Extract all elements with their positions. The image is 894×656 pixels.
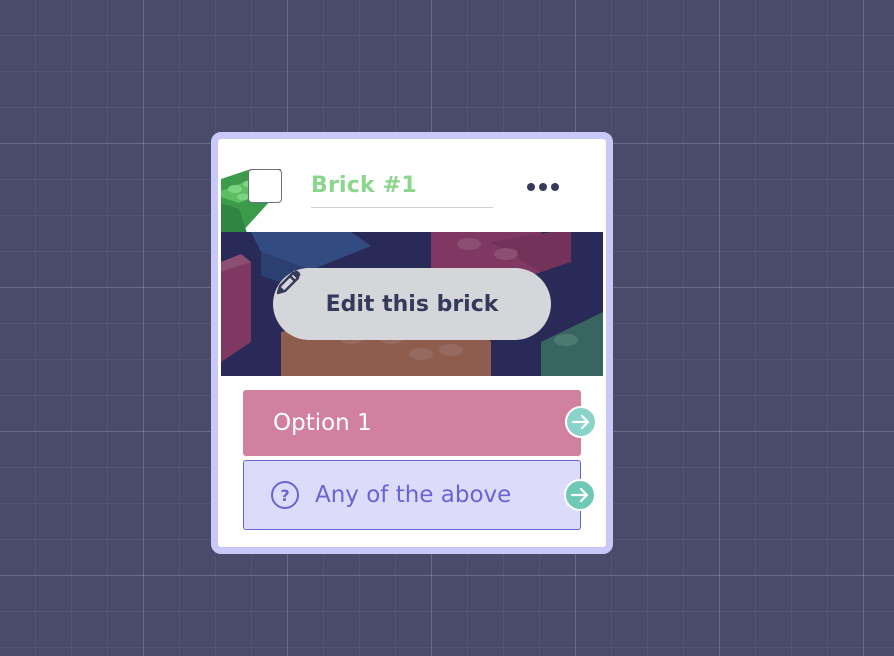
pencil-icon [276, 270, 301, 295]
option-label: Option 1 [273, 410, 372, 436]
option-label: Any of the above [315, 482, 512, 508]
option-any-of-the-above[interactable]: ? Any of the above [243, 460, 596, 530]
more-menu-button[interactable] [524, 177, 562, 197]
more-horizontal-icon [527, 183, 535, 191]
arrow-right-icon [571, 488, 589, 502]
brick-card[interactable]: Brick #1 Edit this brick Option 1 ? Any … [211, 132, 613, 554]
select-checkbox[interactable] [248, 169, 282, 203]
edit-brick-label: Edit this brick [325, 291, 499, 317]
option-1[interactable]: Option 1 [243, 390, 597, 456]
question-circle-icon: ? [271, 481, 299, 509]
arrow-right-icon [572, 415, 590, 429]
brick-title-input[interactable]: Brick #1 [311, 171, 493, 208]
menu-dot [539, 183, 547, 191]
option-1-connector-arrow-icon[interactable] [565, 406, 597, 438]
option-2-connector-arrow-icon[interactable] [564, 479, 596, 511]
menu-dot [551, 183, 559, 191]
edit-brick-button[interactable]: Edit this brick [273, 268, 551, 340]
brick-image: Edit this brick [221, 232, 603, 376]
